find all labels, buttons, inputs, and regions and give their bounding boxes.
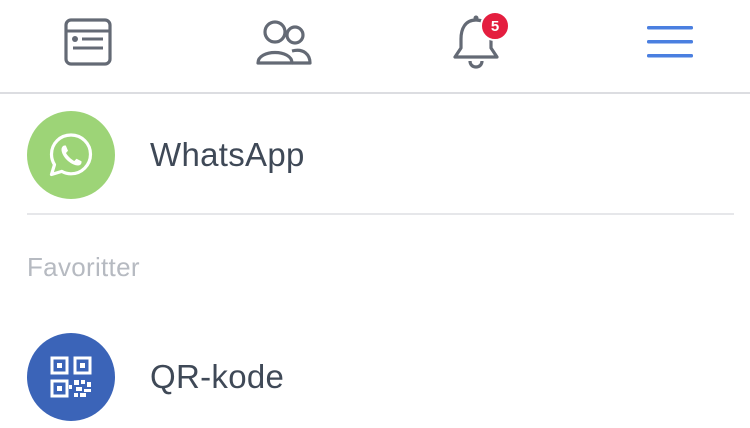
friends-tab[interactable] xyxy=(248,10,318,74)
menu-tab[interactable] xyxy=(635,10,705,74)
news-feed-tab[interactable] xyxy=(53,10,123,74)
menu-item-whatsapp[interactable]: WhatsApp xyxy=(0,100,750,200)
hamburger-menu-icon xyxy=(647,26,693,58)
friends-icon xyxy=(256,20,312,65)
section-divider xyxy=(27,213,734,215)
qr-code-app-icon xyxy=(27,333,115,421)
notification-count-badge: 5 xyxy=(480,11,510,41)
menu-item-label: QR-kode xyxy=(150,358,285,395)
notifications-tab[interactable]: 5 xyxy=(441,10,511,74)
qr-code-icon xyxy=(50,356,92,398)
whatsapp-app-icon xyxy=(27,111,115,199)
favorites-section-header: Favoritter xyxy=(27,252,140,282)
news-feed-icon xyxy=(64,18,112,66)
top-navigation-bar: 5 xyxy=(0,0,750,94)
whatsapp-icon xyxy=(49,133,93,177)
menu-item-label: WhatsApp xyxy=(150,136,305,173)
menu-item-qr-code[interactable]: QR-kode xyxy=(0,322,750,422)
